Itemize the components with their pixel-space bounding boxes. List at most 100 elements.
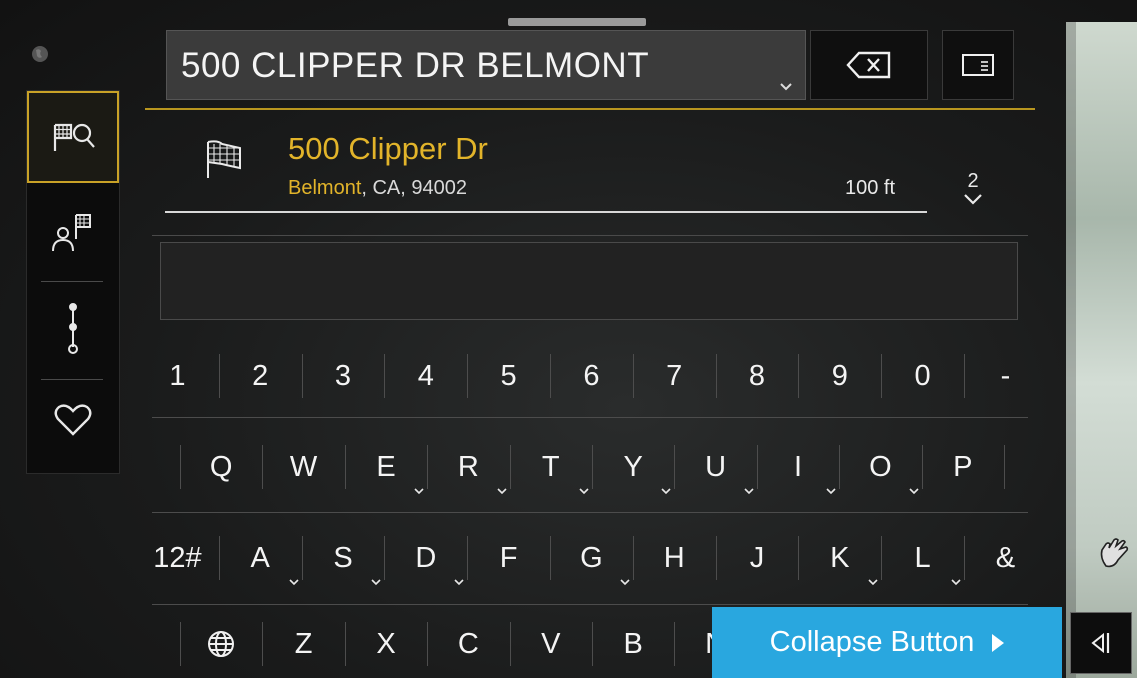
- key-ampersand[interactable]: &: [964, 518, 1047, 598]
- map-strip[interactable]: [1066, 22, 1137, 678]
- result-city: Belmont: [288, 177, 362, 199]
- chevron-down-icon: [371, 579, 381, 586]
- key-label: W: [289, 450, 318, 483]
- key-3[interactable]: 3: [302, 336, 385, 416]
- key-z[interactable]: Z: [262, 604, 344, 678]
- key-separator: [798, 536, 800, 580]
- key-8[interactable]: 8: [716, 336, 799, 416]
- key-a[interactable]: A: [219, 518, 302, 598]
- key-y[interactable]: Y: [592, 427, 674, 507]
- result-address: Belmont, CA, 94002: [288, 177, 467, 200]
- key-b[interactable]: B: [592, 604, 674, 678]
- key-label: D: [415, 541, 437, 574]
- keyboard-row-divider: [152, 417, 1028, 418]
- key-v[interactable]: V: [510, 604, 592, 678]
- key-2[interactable]: 2: [219, 336, 302, 416]
- key-label: 2: [252, 359, 269, 392]
- search-input[interactable]: 500 CLIPPER DR BELMONT: [166, 30, 806, 100]
- key-i[interactable]: I: [757, 427, 839, 507]
- key-h[interactable]: H: [633, 518, 716, 598]
- triangle-right-icon: [992, 633, 1005, 652]
- chevron-down-icon: [964, 194, 982, 205]
- chevron-down-icon: [780, 83, 792, 91]
- search-underline: [145, 108, 1035, 110]
- key-5[interactable]: 5: [467, 336, 550, 416]
- panel-icon: [962, 54, 994, 76]
- destination-flag-icon: [207, 140, 241, 178]
- key-4[interactable]: 4: [384, 336, 467, 416]
- route-dots-icon: [68, 303, 78, 354]
- key-label: 9: [831, 359, 848, 392]
- suggestions-area: [160, 242, 1018, 320]
- key-0[interactable]: 0: [881, 336, 964, 416]
- key-k[interactable]: K: [798, 518, 881, 598]
- side-menu: [26, 90, 120, 474]
- result-count: 2: [967, 170, 979, 192]
- key-label: 12#: [153, 541, 202, 574]
- key-c[interactable]: C: [427, 604, 509, 678]
- chevron-down-icon: [497, 488, 507, 495]
- key-label: L: [914, 541, 931, 574]
- key-label: Z: [294, 627, 313, 660]
- contacts-button[interactable]: [27, 191, 119, 271]
- key-t[interactable]: T: [510, 427, 592, 507]
- result-distance: 100 ft: [845, 177, 896, 199]
- key-d[interactable]: D: [384, 518, 467, 598]
- key-separator: [218, 354, 220, 398]
- chevron-down-icon: [951, 579, 961, 586]
- key-l[interactable]: L: [881, 518, 964, 598]
- divider: [152, 235, 1028, 236]
- collapse-button[interactable]: Collapse Button: [712, 607, 1062, 678]
- key-separator: [384, 354, 386, 398]
- drag-handle[interactable]: [508, 18, 646, 26]
- collapse-toggle-button[interactable]: [1070, 612, 1132, 674]
- favorites-button[interactable]: [27, 385, 119, 455]
- key-u[interactable]: U: [674, 427, 756, 507]
- result-title: 500 Clipper Dr: [288, 131, 488, 166]
- key-label: R: [457, 450, 479, 483]
- key-separator: [384, 536, 386, 580]
- key-j[interactable]: J: [716, 518, 799, 598]
- key-label: V: [541, 627, 561, 660]
- chevron-down-icon: [454, 579, 464, 586]
- key-label: -: [1000, 359, 1011, 392]
- key-g[interactable]: G: [550, 518, 633, 598]
- key-w[interactable]: W: [262, 427, 344, 507]
- key-9[interactable]: 9: [798, 336, 881, 416]
- key-f[interactable]: F: [467, 518, 550, 598]
- key-label: 0: [914, 359, 931, 392]
- key-label: U: [705, 450, 727, 483]
- key-minus[interactable]: -: [964, 336, 1047, 416]
- chevron-down-icon: [909, 488, 919, 495]
- key-s[interactable]: S: [302, 518, 385, 598]
- key-1[interactable]: 1: [136, 336, 219, 416]
- list-view-button[interactable]: [942, 30, 1014, 100]
- search-query: 500 CLIPPER DR BELMONT: [181, 46, 650, 85]
- result-underline: [165, 211, 927, 213]
- key-separator: [218, 536, 220, 580]
- key-e[interactable]: E: [345, 427, 427, 507]
- key-separator: [301, 536, 303, 580]
- search-destination-button[interactable]: [27, 91, 119, 183]
- key-symbols[interactable]: 12#: [136, 518, 219, 598]
- key-separator: [715, 536, 717, 580]
- key-6[interactable]: 6: [550, 336, 633, 416]
- key-q[interactable]: Q: [180, 427, 262, 507]
- key-p[interactable]: P: [922, 427, 1004, 507]
- key-label: K: [830, 541, 850, 574]
- key-label: Q: [209, 450, 233, 483]
- hand-icon[interactable]: [1096, 536, 1130, 570]
- key-separator: [881, 354, 883, 398]
- key-label: 8: [748, 359, 766, 392]
- route-button[interactable]: [27, 287, 119, 371]
- key-r[interactable]: R: [427, 427, 509, 507]
- key-label: 6: [583, 359, 600, 392]
- key-label: S: [333, 541, 353, 574]
- key-7[interactable]: 7: [633, 336, 716, 416]
- key-label: P: [953, 450, 973, 483]
- backspace-button[interactable]: [810, 30, 928, 100]
- key-language[interactable]: [180, 604, 262, 678]
- key-x[interactable]: X: [345, 604, 427, 678]
- key-label: 1: [169, 359, 186, 392]
- key-o[interactable]: O: [839, 427, 921, 507]
